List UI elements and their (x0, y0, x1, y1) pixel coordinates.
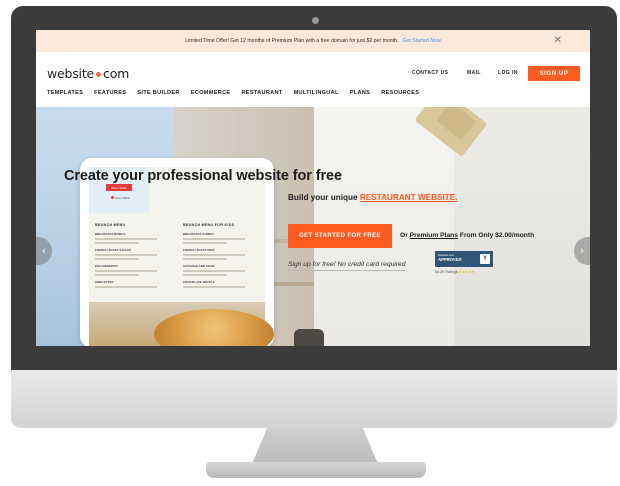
menu-text-line (95, 242, 139, 244)
nav-item-resources[interactable]: RESOURCES (381, 90, 419, 96)
screen: Limited Time Offer! Get 12 months of Pre… (36, 30, 590, 346)
menu-text-line (95, 238, 157, 240)
monitor-stand-neck (252, 428, 378, 464)
cup-image (294, 329, 324, 346)
nav-item-multilingual[interactable]: MULTILINGUAL (294, 90, 339, 96)
tablet-menu-item: BREAKFAST BOWLS (95, 232, 126, 236)
tablet-menu-right: BRUNCH MENU FOR KIDS BREAKFAST COMBO FRE… (183, 223, 263, 290)
tablet-menu-item: BREAKFAST COMBO (183, 232, 214, 236)
tablet-menu-item: CHOCOLATE WAFFLE (183, 280, 215, 284)
tablet-order-button: Place Order (106, 184, 132, 191)
login-link[interactable]: LOG IN (498, 70, 518, 76)
site-header: website com CONTACT US MAIL LOG IN SIGN U… (36, 52, 590, 107)
nav-item-restaurant[interactable]: RESTAURANT (241, 90, 282, 96)
monitor-chin (11, 370, 617, 428)
menu-text-line (183, 286, 245, 288)
logo-text-right: com (103, 66, 130, 81)
tablet-menu-item: SAUSAGE AND EGGS (183, 264, 215, 268)
tablet-menu-heading: BRUNCH MENU (95, 223, 126, 227)
nav-item-ecommerce[interactable]: ECOMMERCE (191, 90, 231, 96)
nav-item-templates[interactable]: TEMPLATES (47, 90, 83, 96)
get-started-button[interactable]: GET STARTED FOR FREE (288, 224, 392, 248)
ratings-line: 65.2K Ratings ★★★★★ (435, 270, 475, 274)
tablet-menu-item: EGG BENEDICT (95, 264, 118, 268)
contact-us-link[interactable]: CONTACT US (412, 70, 448, 76)
close-icon[interactable]: ✕ (554, 35, 562, 46)
tablet-menu-heading: BRUNCH MENU FOR KIDS (183, 223, 235, 227)
menu-text-line (183, 274, 227, 276)
hero-subheading: Build your unique RESTAURANT WEBSITE. (288, 193, 458, 202)
menu-text-line (183, 258, 227, 260)
promo-link[interactable]: Get Started Now (402, 38, 440, 44)
tablet-menu-item: OMELETTES (95, 280, 114, 284)
menu-text-line (95, 286, 157, 288)
brand-dot-icon (111, 196, 114, 199)
badge-main-text: APPROVED (438, 257, 462, 262)
menu-text-line (95, 258, 139, 260)
premium-prefix: Or (400, 232, 410, 239)
main-nav: TEMPLATES FEATURES SITE BUILDER ECOMMERC… (47, 90, 430, 96)
tablet-brand: OpenTable (111, 196, 130, 200)
tablet-brand-text: OpenTable (115, 196, 130, 200)
tablet-menu-item: FRENCH TOAST & EGGS (95, 248, 131, 252)
hero-section: Place Order OpenTable BRUNCH MENU BREAKF… (36, 107, 590, 346)
menu-text-line (183, 238, 245, 240)
nav-item-features[interactable]: FEATURES (94, 90, 126, 96)
hero-sub-accent-link[interactable]: RESTAURANT WEBSITE. (360, 193, 458, 202)
monitor-stand-foot (206, 462, 426, 478)
star-rating-icon: ★★★★★ (458, 270, 475, 274)
menu-text-line (95, 270, 157, 272)
signup-button[interactable]: SIGN UP (528, 66, 580, 81)
logo-text-left: website (47, 66, 95, 81)
no-credit-card-note: Sign up for free! No credit card require… (288, 261, 406, 271)
premium-plans-link[interactable]: Premium Plans (410, 232, 458, 239)
menu-text-line (95, 254, 157, 256)
monitor: Limited Time Offer! Get 12 months of Pre… (0, 0, 620, 486)
nav-item-plans[interactable]: PLANS (350, 90, 370, 96)
tablet-menu-left: BRUNCH MENU BREAKFAST BOWLS FRENCH TOAST… (95, 223, 175, 290)
mail-link[interactable]: MAIL (467, 70, 481, 76)
promo-banner: Limited Time Offer! Get 12 months of Pre… (36, 30, 590, 52)
hero-bg-right (454, 107, 590, 346)
tablet-menu-item: FRENCH TOAST KIDS (183, 248, 215, 252)
menu-text-line (183, 254, 245, 256)
premium-suffix: From Only $2.00/month (458, 232, 535, 239)
hero-headline: Create your professional website for fre… (64, 168, 342, 184)
menu-text-line (183, 270, 245, 272)
site-logo[interactable]: website com (47, 66, 129, 81)
logo-dot-icon (96, 71, 102, 77)
promo-text: Limited Time Offer! Get 12 months of Pre… (185, 38, 399, 44)
ratings-count: 65.2K Ratings (435, 270, 458, 274)
premium-plans-text: Or Premium Plans From Only $2.00/month (400, 232, 534, 239)
hero-sub-prefix: Build your unique (288, 193, 360, 202)
approved-badge[interactable]: Website.com APPROVED Y (435, 251, 493, 267)
nav-item-site-builder[interactable]: SITE BUILDER (137, 90, 179, 96)
badge-logo-icon: Y (480, 254, 490, 264)
menu-text-line (95, 274, 139, 276)
menu-text-line (183, 242, 227, 244)
camera-dot (312, 17, 319, 24)
